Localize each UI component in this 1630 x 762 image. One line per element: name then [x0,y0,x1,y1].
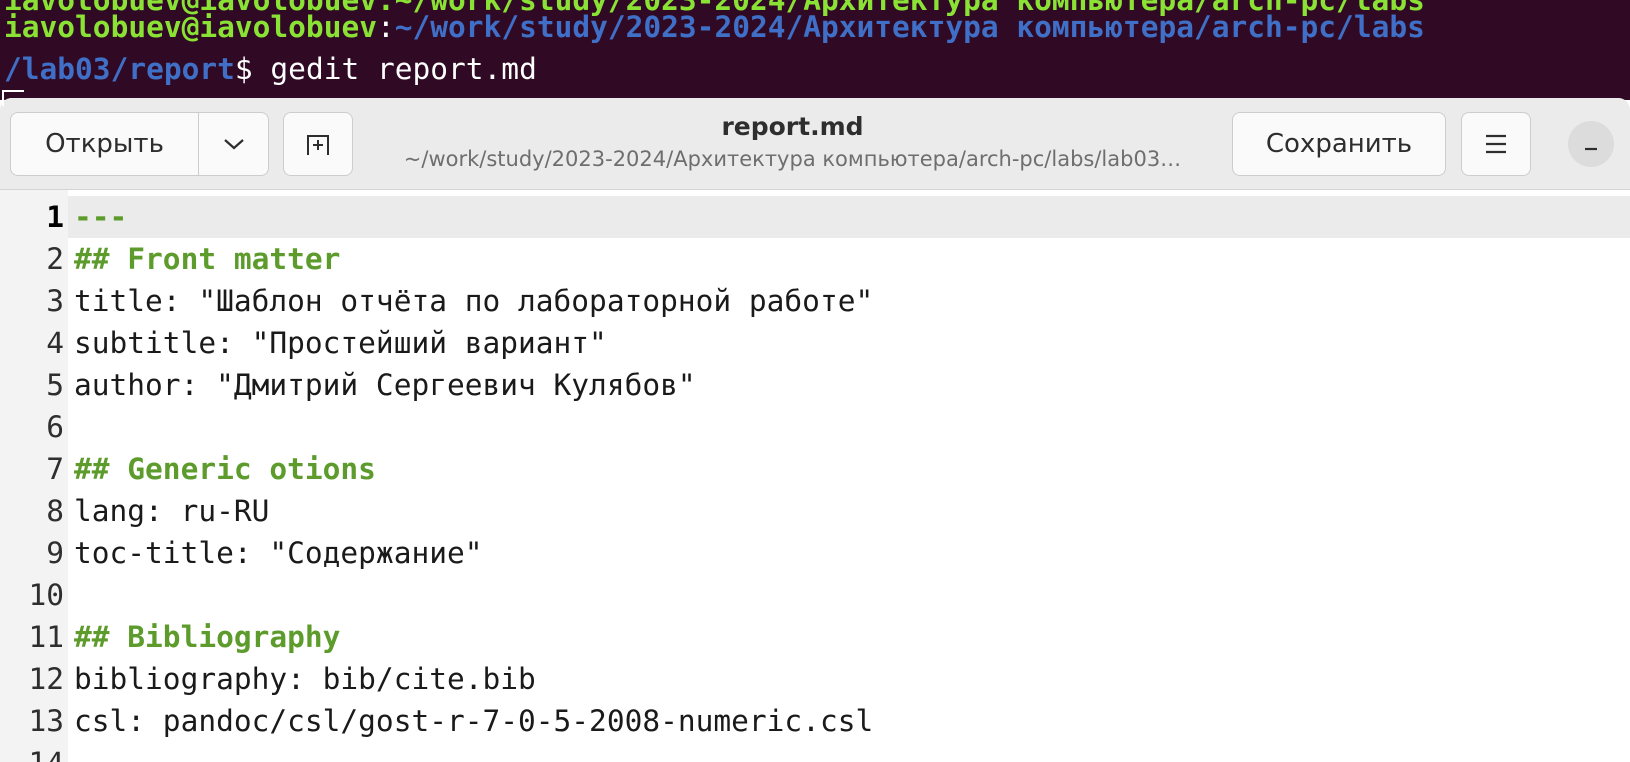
minimize-button[interactable] [1568,121,1614,167]
open-button[interactable]: Открыть [11,113,199,175]
editor-line[interactable]: 4 subtitle: "Простейший вариант" [0,322,1630,364]
line-number: 9 [46,536,64,570]
editor-line[interactable]: 5 author: "Дмитрий Сергеевич Кулябов" [0,364,1630,406]
line-text: author: "Дмитрий Сергеевич Кулябов" [74,368,696,402]
editor-line[interactable]: 9 toc-title: "Содержание" [0,532,1630,574]
line-number: 11 [28,620,64,654]
line-number: 12 [28,662,64,696]
save-button[interactable]: Сохранить [1232,112,1446,176]
line-text: subtitle: "Простейший вариант" [74,326,607,360]
line-number: 8 [46,494,64,528]
line-text: lang: ru-RU [74,494,270,528]
line-text: bibliography: bib/cite.bib [74,662,536,696]
line-text: title: "Шаблон отчёта по лабораторной ра… [74,284,874,318]
line-text: ## Bibliography [74,620,341,654]
editor-line[interactable]: 10 [0,574,1630,616]
line-text: toc-title: "Содержание" [74,536,483,570]
line-text: ## Front matter [74,242,341,276]
editor-line[interactable]: 14 [0,742,1630,762]
line-number: 5 [46,368,64,402]
main-menu-button[interactable] [1461,112,1531,176]
new-document-icon [307,135,329,155]
terminal-command-line: /lab03/report$ gedit report.md [4,52,537,86]
editor-line[interactable]: 6 [0,406,1630,448]
line-number: 6 [46,410,64,444]
editor-line[interactable]: 7 ## Generic otions [0,448,1630,490]
line-number: 1 [46,200,64,234]
line-text: --- [74,200,128,234]
editor-line[interactable]: 3 title: "Шаблон отчёта по лабораторной р… [0,280,1630,322]
document-title: report.md [721,112,864,141]
new-tab-button[interactable] [283,112,353,176]
hamburger-menu-icon [1486,134,1506,154]
editor-line[interactable]: 1 --- [0,196,1630,238]
terminal-cursor [2,90,24,106]
terminal-command: gedit report.md [252,52,537,86]
document-path: ~/work/study/2023-2024/Архитектура компь… [403,147,1182,171]
terminal-prompt-line: iavolobuev@iavolobuev:~/work/study/2023-… [4,10,1425,44]
terminal-path: ~/work/study/2023-2024/Архитектура компь… [394,10,1425,44]
line-text: csl: pandoc/csl/gost-r-7-0-5-2008-numeri… [74,704,874,738]
text-editor[interactable]: 1 --- 2 ## Front matter 3 title: "Шаблон отчё… [0,190,1630,762]
editor-line[interactable]: 8 lang: ru-RU [0,490,1630,532]
line-number: 13 [28,704,64,738]
header-bar: Открыть report.md ~/work/study/2023-2024… [0,98,1630,190]
line-number: 10 [28,578,64,612]
line-number: 4 [46,326,64,360]
terminal-window[interactable]: iavolobuev@iavolobuev:~/work/study/2023-… [0,0,1630,100]
line-number: 14 [0,742,64,762]
line-text: ## Generic otions [74,452,376,486]
editor-line[interactable]: 12 bibliography: bib/cite.bib [0,658,1630,700]
editor-line[interactable]: 2 ## Front matter [0,238,1630,280]
window-title: report.md ~/work/study/2023-2024/Архитек… [370,110,1215,174]
line-number: 2 [46,242,64,276]
editor-line[interactable]: 13 csl: pandoc/csl/gost-r-7-0-5-2008-nume… [0,700,1630,742]
minimize-icon [1585,147,1597,151]
chevron-down-icon [223,139,244,150]
open-recent-dropdown-button[interactable] [199,113,268,175]
line-number: 3 [46,284,64,318]
line-number: 7 [46,452,64,486]
gedit-window: Открыть report.md ~/work/study/2023-2024… [0,98,1630,762]
open-button-group: Открыть [10,112,269,176]
editor-line[interactable]: 11 ## Bibliography [0,616,1630,658]
terminal-user-host: iavolobuev@iavolobuev [4,10,377,44]
